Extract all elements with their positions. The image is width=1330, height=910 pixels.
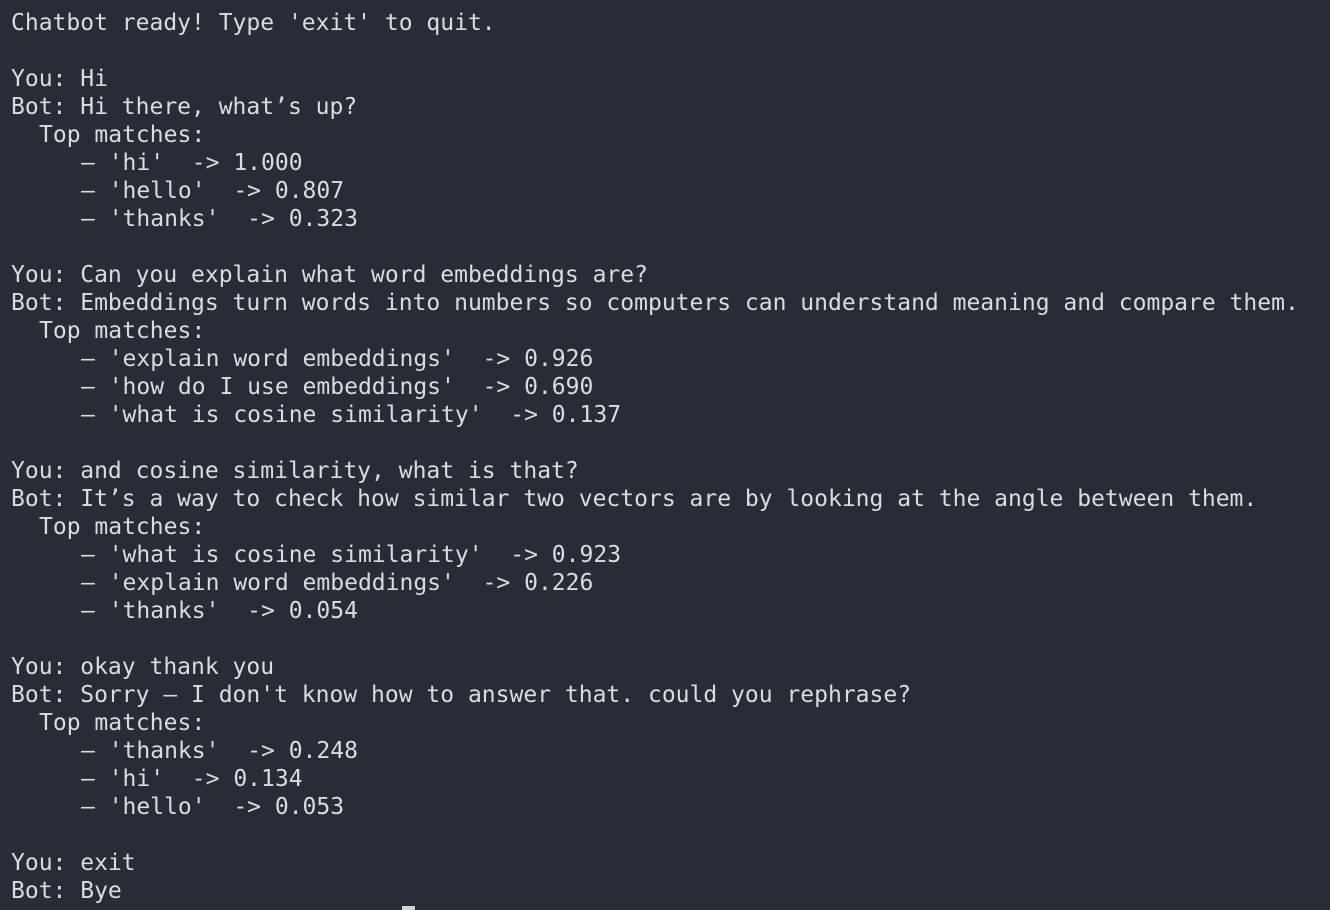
terminal-line: – 'thanks' -> 0.323: [81, 206, 358, 232]
terminal-line: Top matches:: [39, 318, 206, 344]
terminal-line: – 'hello' -> 0.807: [81, 178, 345, 204]
terminal-line: Bot: It’s a way to check how similar two…: [11, 486, 1258, 512]
terminal-line: Bot: Bye: [11, 878, 122, 904]
terminal-line: – 'explain word embeddings' -> 0.926: [81, 346, 594, 372]
terminal-line: Top matches:: [39, 514, 206, 540]
terminal-line: – 'what is cosine similarity' -> 0.137: [81, 402, 622, 428]
terminal-line: – 'hi' -> 1.000: [81, 150, 303, 176]
terminal-line: – 'explain word embeddings' -> 0.226: [81, 570, 594, 596]
terminal-line: You: exit: [11, 850, 136, 876]
terminal-line: – 'what is cosine similarity' -> 0.923: [81, 542, 622, 568]
terminal-line: You: okay thank you: [11, 654, 275, 680]
terminal-line: Top matches:: [39, 122, 206, 148]
text-cursor: [402, 906, 415, 910]
terminal-line: You: Can you explain what word embedding…: [11, 262, 648, 288]
terminal-line: Bot: Sorry — I don't know how to answer …: [11, 682, 912, 708]
terminal-line: You: and cosine similarity, what is that…: [11, 458, 579, 484]
terminal-line: – 'thanks' -> 0.054: [81, 598, 358, 624]
terminal-line: Bot: Hi there, what’s up?: [11, 94, 358, 120]
terminal-line: Bot: Embeddings turn words into numbers …: [11, 290, 1299, 316]
terminal-line: Chatbot ready! Type 'exit' to quit.: [11, 10, 496, 36]
terminal-line: – 'thanks' -> 0.248: [81, 738, 358, 764]
terminal-line: – 'hello' -> 0.053: [81, 794, 345, 820]
terminal-line: Top matches:: [39, 710, 206, 736]
terminal-line: You: Hi: [11, 66, 108, 92]
terminal-line: – 'how do I use embeddings' -> 0.690: [81, 374, 594, 400]
terminal-output: Chatbot ready! Type 'exit' to quit. You: …: [11, 9, 1330, 905]
terminal-window[interactable]: Chatbot ready! Type 'exit' to quit. You: …: [0, 0, 1330, 910]
terminal-line: – 'hi' -> 0.134: [81, 766, 303, 792]
